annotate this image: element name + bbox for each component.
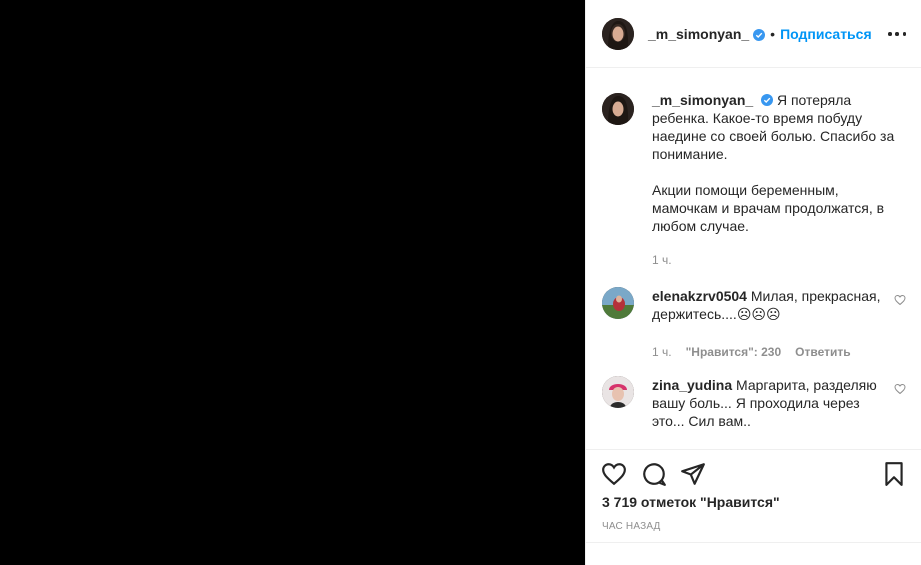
reply-button[interactable]: Ответить xyxy=(795,343,850,361)
post-time-ago[interactable]: ЧАС НАЗАД xyxy=(602,521,661,532)
author-avatar[interactable] xyxy=(602,17,634,50)
verified-badge-icon xyxy=(753,28,766,41)
author-username[interactable]: _m_simonyan_ xyxy=(648,26,749,42)
more-options-icon[interactable] xyxy=(888,26,906,42)
bookmark-icon[interactable] xyxy=(881,461,907,487)
post-caption: _m_simonyan_ Я потеряла ребенка. Какое-т… xyxy=(602,91,902,269)
caption-username[interactable]: _m_simonyan_ xyxy=(652,92,753,108)
likes-count[interactable]: 3 719 отметок "Нравится" xyxy=(602,494,780,510)
comment-like-heart-icon[interactable] xyxy=(894,294,906,306)
comment-item: elenakzrv0504 Милая, прекрасная, держите… xyxy=(602,287,906,361)
verified-badge-icon xyxy=(761,92,774,106)
comment-item: zina_yudina Маргарита, разделяю вашу бол… xyxy=(602,376,906,430)
comment-like-heart-icon[interactable] xyxy=(894,383,906,395)
post-actions: 3 719 отметок "Нравится" ЧАС НАЗАД xyxy=(586,449,921,565)
commenter-avatar[interactable] xyxy=(602,376,634,408)
comments-list[interactable]: _m_simonyan_ Я потеряла ребенка. Какое-т… xyxy=(586,69,921,449)
comment-bubble-icon[interactable] xyxy=(641,461,667,487)
author-avatar[interactable] xyxy=(602,93,634,125)
comment-username[interactable]: elenakzrv0504 xyxy=(652,288,747,304)
commenter-avatar[interactable] xyxy=(602,287,634,319)
header-separator: • xyxy=(770,25,776,42)
post-media-area[interactable] xyxy=(0,0,585,565)
comment-username[interactable]: zina_yudina xyxy=(652,377,732,393)
caption-text-2: Акции помощи беременным, мамочкам и врач… xyxy=(652,182,885,234)
comment-likes[interactable]: "Нравится": 230 xyxy=(686,343,782,361)
comment-time[interactable]: 1 ч. xyxy=(652,343,672,361)
post-side-panel: _m_simonyan_ • Подписаться _m_simonyan_ xyxy=(585,0,921,565)
post-header: _m_simonyan_ • Подписаться xyxy=(586,0,921,68)
paper-plane-icon[interactable] xyxy=(680,461,706,487)
add-comment-row[interactable] xyxy=(586,542,921,565)
follow-button[interactable]: Подписаться xyxy=(780,26,872,42)
caption-time[interactable]: 1 ч. xyxy=(652,251,902,269)
heart-icon[interactable] xyxy=(601,461,627,487)
